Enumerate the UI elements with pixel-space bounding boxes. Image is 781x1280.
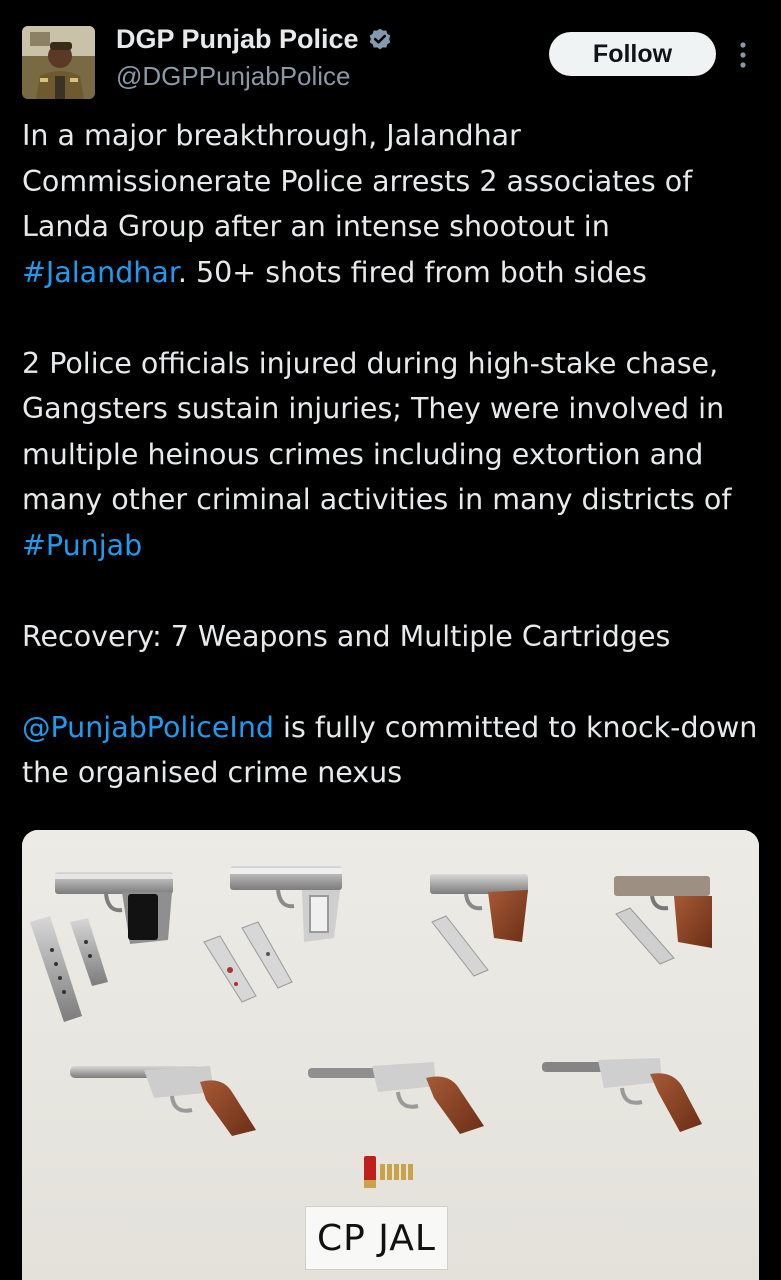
post-text: In a major breakthrough, Jalandhar Commi… (22, 113, 764, 796)
post-paragraph-2: 2 Police officials injured during high-s… (22, 341, 764, 569)
author-display-name[interactable]: DGP Punjab Police (116, 24, 359, 55)
follow-button[interactable]: Follow (549, 32, 716, 76)
cp-jal-label: CP JAL (305, 1206, 448, 1270)
paragraph-text: In a major breakthrough, Jalandhar Commi… (22, 119, 693, 243)
paragraph-text: 2 Police officials injured during high-s… (22, 346, 732, 517)
post-paragraph-4: @PunjabPoliceInd is fully committed to k… (22, 705, 764, 796)
paragraph-text: . 50+ shots fired from both sides (177, 255, 647, 289)
author-handle[interactable]: @DGPPunjabPolice (116, 61, 351, 92)
avatar-image (22, 26, 95, 99)
hashtag-link[interactable]: #Jalandhar (22, 256, 178, 289)
hashtag-link[interactable]: #Punjab (22, 529, 142, 562)
author-avatar[interactable] (22, 26, 95, 99)
more-vertical-icon[interactable] (733, 38, 753, 72)
mention-link[interactable]: @PunjabPoliceInd (22, 711, 274, 744)
verified-badge-icon (369, 28, 390, 49)
post-paragraph-1: In a major breakthrough, Jalandhar Commi… (22, 113, 764, 295)
post-header: DGP Punjab Police @DGPPunjabPolice Follo… (0, 0, 781, 110)
author-name-row: DGP Punjab Police (116, 24, 393, 55)
post-media-photo[interactable]: CP JAL (22, 830, 759, 1280)
post-paragraph-3: Recovery: 7 Weapons and Multiple Cartrid… (22, 619, 671, 653)
